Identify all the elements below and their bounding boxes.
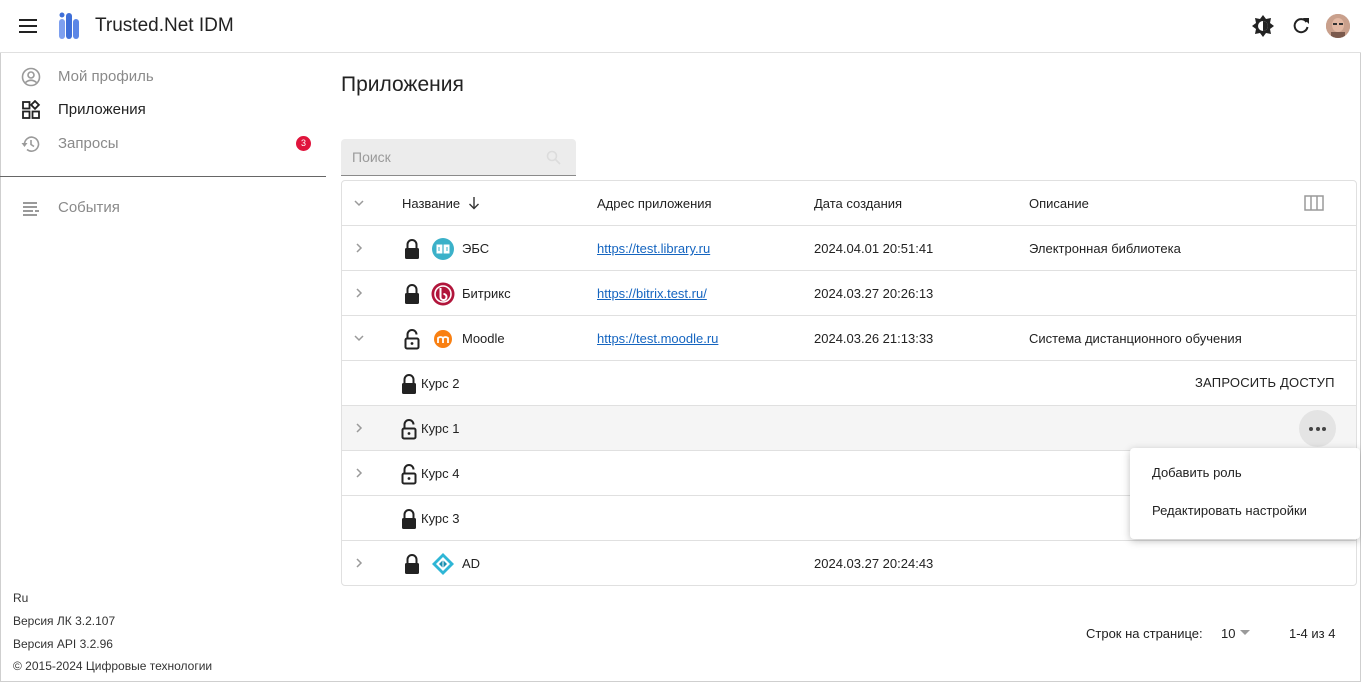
requests-count-badge: 3 <box>296 136 311 151</box>
menu-item-label: Редактировать настройки <box>1152 503 1307 518</box>
search-input[interactable] <box>341 139 541 175</box>
course-name: Курс 3 <box>421 511 460 526</box>
sidebar-item-events[interactable]: События <box>0 191 326 225</box>
course-name: Курс 1 <box>421 421 460 436</box>
lock-icon <box>402 374 416 394</box>
app-title: Trusted.Net IDM <box>95 15 234 36</box>
sort-arrow-down-icon[interactable] <box>468 196 480 210</box>
chevron-right-icon[interactable] <box>351 240 367 256</box>
version-lk: Версия ЛК 3.2.107 <box>13 614 116 628</box>
column-header-description[interactable]: Описание <box>1029 196 1089 211</box>
user-avatar[interactable] <box>1326 14 1350 38</box>
language-switch[interactable]: Ru <box>13 591 28 605</box>
app-created: 2024.04.01 20:51:41 <box>814 241 934 256</box>
list-icon <box>23 202 39 216</box>
table-row[interactable]: AD 2024.03.27 20:24:43 <box>342 541 1356 586</box>
ad-logo-icon <box>432 553 454 575</box>
lock-icon <box>405 554 419 574</box>
app-logo-icon <box>59 12 79 39</box>
copyright: © 2015-2024 Цифровые технологии <box>13 659 213 673</box>
sidebar-item-label: Мой профиль <box>58 68 154 85</box>
theme-toggle-icon[interactable] <box>1252 15 1274 37</box>
sidebar-item-applications[interactable]: Приложения <box>0 93 326 127</box>
app-address-link[interactable]: https://bitrix.test.ru/ <box>597 286 707 301</box>
sidebar-item-label: Приложения <box>58 101 146 118</box>
search-icon[interactable] <box>546 150 561 165</box>
request-access-button[interactable]: ЗАПРОСИТЬ ДОСТУП <box>1195 375 1335 390</box>
app-description: Система дистанционного обучения <box>1029 331 1242 346</box>
app-address-link[interactable]: https://test.library.ru <box>597 241 710 256</box>
sidebar-item-requests[interactable]: Запросы 3 <box>0 127 326 161</box>
chevron-right-icon[interactable] <box>351 465 367 481</box>
search-field[interactable] <box>341 139 576 176</box>
table-row[interactable]: Moodle https://test.moodle.ru 2024.03.26… <box>342 316 1356 361</box>
menu-item-edit-settings[interactable]: Редактировать настройки <box>1130 492 1360 530</box>
chevron-right-icon[interactable] <box>351 285 367 301</box>
menu-item-add-role[interactable]: Добавить роль <box>1130 454 1360 492</box>
expand-all-icon[interactable] <box>351 195 367 211</box>
menu-item-label: Добавить роль <box>1152 465 1242 480</box>
app-name: Битрикс <box>462 286 511 301</box>
lock-icon <box>405 239 419 259</box>
rows-per-page-select[interactable]: 10 <box>1218 622 1258 644</box>
lock-open-icon <box>401 464 417 485</box>
lock-icon <box>405 284 419 304</box>
table-row[interactable]: Битрикс https://bitrix.test.ru/ 2024.03.… <box>342 271 1356 316</box>
chevron-down-icon[interactable] <box>351 330 367 346</box>
more-actions-button[interactable] <box>1299 410 1336 447</box>
app-created: 2024.03.27 20:24:43 <box>814 556 934 571</box>
table-row[interactable]: Курс 2 ЗАПРОСИТЬ ДОСТУП <box>342 361 1356 406</box>
row-context-menu: Добавить роль Редактировать настройки <box>1130 448 1360 539</box>
app-created: 2024.03.26 21:13:33 <box>814 331 934 346</box>
account-circle-icon <box>21 67 41 87</box>
lock-open-icon <box>401 419 417 440</box>
sidebar-item-profile[interactable]: Мой профиль <box>0 60 326 94</box>
course-name: Курс 4 <box>421 466 460 481</box>
column-header-address[interactable]: Адрес приложения <box>597 196 712 211</box>
app-description: Электронная библиотека <box>1029 241 1181 256</box>
version-api: Версия API 3.2.96 <box>13 637 113 651</box>
lock-open-icon <box>404 329 420 350</box>
app-name: Moodle <box>462 331 505 346</box>
chevron-right-icon[interactable] <box>351 420 367 436</box>
sidebar: Мой профиль Приложения Запросы 3 События… <box>0 53 326 681</box>
history-icon <box>21 136 40 152</box>
sidebar-item-label: Запросы <box>58 135 119 152</box>
rows-per-page-value: 10 <box>1221 626 1236 641</box>
app-created: 2024.03.27 20:26:13 <box>814 286 934 301</box>
app-header: Trusted.Net IDM <box>0 0 1361 53</box>
library-book-icon <box>432 238 454 260</box>
table-row[interactable]: ЭБС https://test.library.ru 2024.04.01 2… <box>342 226 1356 271</box>
app-address-link[interactable]: https://test.moodle.ru <box>597 331 718 346</box>
sidebar-divider <box>0 176 326 177</box>
dropdown-arrow-icon <box>1240 630 1250 635</box>
menu-icon[interactable] <box>18 16 40 36</box>
moodle-logo-icon <box>434 330 452 348</box>
course-name: Курс 2 <box>421 376 460 391</box>
rows-per-page-label: Строк на странице: <box>1086 626 1203 641</box>
column-header-name[interactable]: Название <box>402 196 460 211</box>
chevron-right-icon[interactable] <box>351 555 367 571</box>
lock-icon <box>402 509 416 529</box>
app-name: ЭБС <box>462 241 490 256</box>
app-name: AD <box>462 556 481 571</box>
table-row[interactable]: Курс 1 <box>342 406 1356 451</box>
page-title: Приложения <box>341 73 464 96</box>
table-header-row: Название Адрес приложения Дата создания … <box>342 181 1356 226</box>
pagination-range: 1-4 из 4 <box>1289 626 1336 641</box>
refresh-icon[interactable] <box>1290 15 1312 37</box>
bitrix-logo-icon <box>431 282 455 306</box>
column-header-created[interactable]: Дата создания <box>814 196 902 211</box>
columns-icon[interactable] <box>1304 195 1324 211</box>
apps-grid-icon <box>22 100 41 119</box>
sidebar-item-label: События <box>58 199 120 216</box>
